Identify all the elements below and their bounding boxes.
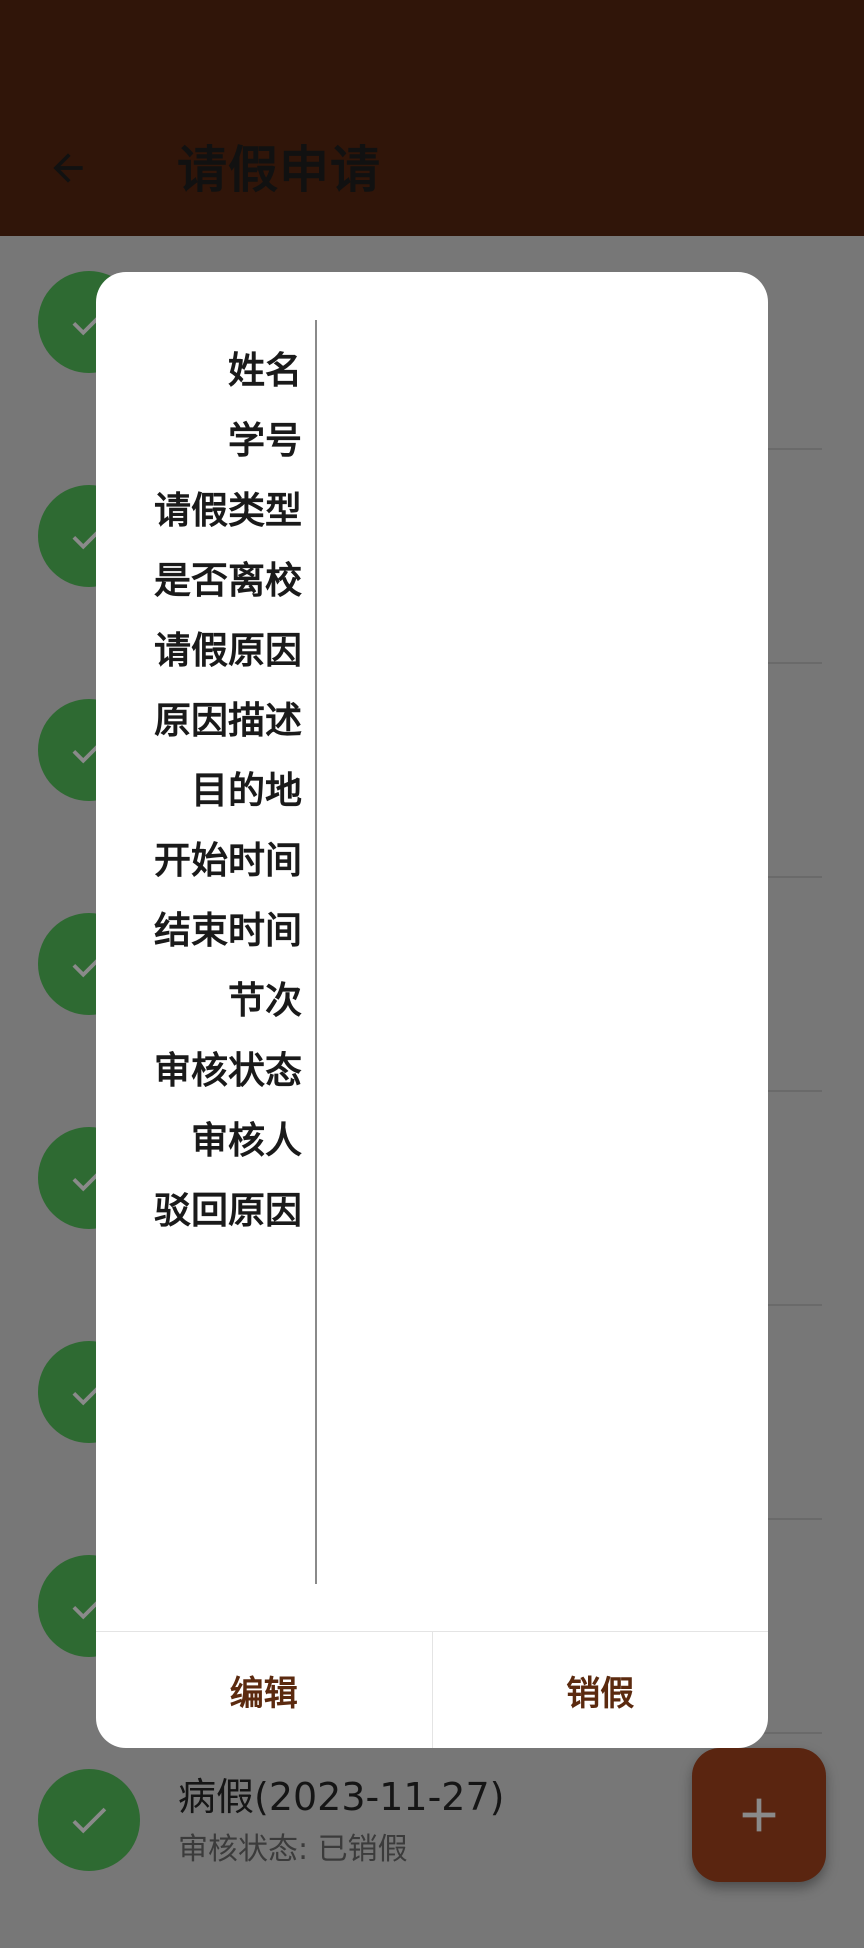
item-title: 病假(2023-11-27) xyxy=(178,1775,505,1819)
app-header: 请假申请 xyxy=(0,0,864,236)
label-destination: 目的地 xyxy=(191,769,302,812)
label-class-period: 节次 xyxy=(228,979,302,1022)
label-leave-school: 是否离校 xyxy=(154,559,302,602)
leave-detail-dialog: 姓名 学号 请假类型 是否离校 请假原因 原因描述 目的地 开始时间 结束时间 … xyxy=(96,272,768,1748)
page-title: 请假申请 xyxy=(177,141,381,199)
label-reviewer: 审核人 xyxy=(191,1119,302,1162)
label-leave-type: 请假类型 xyxy=(154,489,302,532)
cancel-leave-button[interactable]: 销假 xyxy=(431,1632,769,1748)
check-icon xyxy=(38,1769,140,1871)
back-button[interactable] xyxy=(40,140,96,196)
label-name: 姓名 xyxy=(228,349,302,392)
label-end-time: 结束时间 xyxy=(154,909,302,952)
label-start-time: 开始时间 xyxy=(154,839,302,882)
dialog-actions: 编辑 销假 xyxy=(96,1631,768,1748)
arrow-left-icon xyxy=(53,153,83,183)
edit-button[interactable]: 编辑 xyxy=(96,1632,432,1748)
plus-icon xyxy=(742,1798,776,1832)
vertical-divider xyxy=(315,320,317,1584)
label-review-status: 审核状态 xyxy=(154,1049,302,1092)
item-status: 审核状态: 已销假 xyxy=(178,1832,408,1867)
add-leave-button[interactable] xyxy=(692,1748,826,1882)
label-reason-description: 原因描述 xyxy=(154,699,302,742)
label-reject-reason: 驳回原因 xyxy=(154,1189,302,1232)
label-leave-reason: 请假原因 xyxy=(154,629,302,672)
label-student-id: 学号 xyxy=(228,419,302,462)
detail-labels: 姓名 学号 请假类型 是否离校 请假原因 原因描述 目的地 开始时间 结束时间 … xyxy=(96,332,302,1242)
